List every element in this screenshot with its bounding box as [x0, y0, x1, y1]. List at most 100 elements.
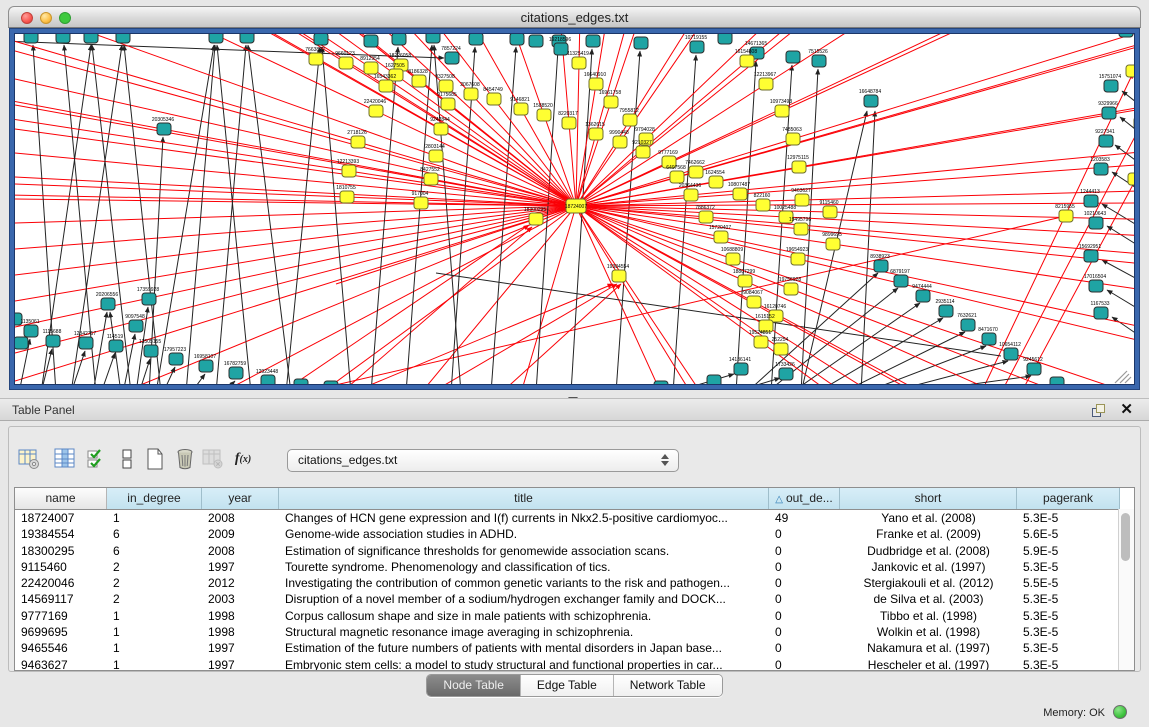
- graph-node[interactable]: [434, 123, 448, 135]
- graph-node[interactable]: [439, 80, 453, 92]
- table-source-dropdown[interactable]: citations_edges.txt: [287, 449, 679, 472]
- graph-node[interactable]: [412, 75, 426, 87]
- graph-node[interactable]: [144, 345, 158, 357]
- graph-node[interactable]: [199, 360, 213, 372]
- graph-node[interactable]: [792, 161, 806, 173]
- table-cell[interactable]: 5.3E-5: [1017, 657, 1120, 671]
- column-header-title[interactable]: title: [279, 488, 769, 509]
- graph-node[interactable]: [109, 340, 123, 352]
- graph-node[interactable]: [369, 105, 383, 117]
- graph-node[interactable]: [784, 283, 798, 295]
- table-cell[interactable]: 49: [769, 510, 840, 526]
- graph-node[interactable]: [379, 80, 393, 92]
- graph-node[interactable]: [718, 34, 732, 44]
- network-window-titlebar[interactable]: citations_edges.txt: [8, 6, 1141, 28]
- graph-node[interactable]: [623, 114, 637, 126]
- graph-node[interactable]: [689, 166, 703, 178]
- graph-node[interactable]: [754, 336, 768, 348]
- table-cell[interactable]: 0: [769, 624, 840, 640]
- graph-node[interactable]: [392, 34, 406, 45]
- graph-node[interactable]: [1004, 348, 1018, 360]
- graph-node[interactable]: [670, 171, 684, 183]
- column-header-year[interactable]: year: [202, 488, 279, 509]
- graph-node[interactable]: [774, 343, 788, 355]
- graph-node[interactable]: [690, 41, 704, 53]
- table-row[interactable]: 1938455462009Genome-wide association stu…: [15, 526, 1134, 542]
- graph-node[interactable]: [529, 35, 543, 47]
- table-cell[interactable]: 9465546: [15, 640, 107, 656]
- graph-node[interactable]: [1059, 210, 1073, 222]
- table-cell[interactable]: 0: [769, 543, 840, 559]
- table-cell[interactable]: 1: [107, 657, 202, 671]
- graph-node[interactable]: [424, 173, 438, 185]
- table-cell[interactable]: 9463627: [15, 657, 107, 671]
- graph-node[interactable]: [24, 325, 38, 337]
- function-builder-icon[interactable]: f(x): [230, 446, 256, 472]
- table-row[interactable]: 969969511998Structural magnetic resonanc…: [15, 624, 1134, 640]
- graph-node[interactable]: [342, 165, 356, 177]
- table-cell[interactable]: Yano et al. (2008): [840, 510, 1017, 526]
- table-cell[interactable]: 5.3E-5: [1017, 510, 1120, 526]
- resize-grip[interactable]: [1115, 371, 1131, 383]
- graph-node[interactable]: [654, 381, 668, 385]
- graph-node[interactable]: [894, 275, 908, 287]
- close-panel-icon[interactable]: ✕: [1120, 401, 1133, 419]
- column-header-name[interactable]: name: [15, 488, 107, 509]
- graph-node[interactable]: [786, 133, 800, 145]
- new-column-icon[interactable]: [142, 446, 168, 472]
- graph-node[interactable]: [586, 35, 600, 47]
- scrollbar-thumb[interactable]: [1121, 513, 1130, 561]
- table-cell[interactable]: 0: [769, 526, 840, 542]
- graph-node[interactable]: [1094, 307, 1108, 319]
- table-row[interactable]: 946554611997Estimation of the future num…: [15, 640, 1134, 656]
- graph-node[interactable]: [1084, 250, 1098, 262]
- table-cell[interactable]: 5.3E-5: [1017, 624, 1120, 640]
- graph-node[interactable]: [707, 375, 721, 385]
- graph-node[interactable]: [747, 296, 761, 308]
- table-cell[interactable]: 1997: [202, 657, 279, 671]
- graph-node[interactable]: [589, 78, 603, 90]
- graph-node[interactable]: [794, 223, 808, 235]
- graph-node[interactable]: [445, 52, 459, 64]
- table-cell[interactable]: 0: [769, 559, 840, 575]
- table-cell[interactable]: 6: [107, 526, 202, 542]
- table-cell[interactable]: 2008: [202, 543, 279, 559]
- graph-node[interactable]: [740, 55, 754, 67]
- table-cell[interactable]: Dudbridge et al. (2008): [840, 543, 1017, 559]
- graph-node[interactable]: [734, 363, 748, 375]
- network-graph-svg[interactable]: 1405572420691406160338091065326715276029…: [15, 34, 1135, 385]
- graph-node[interactable]: [364, 35, 378, 47]
- graph-node[interactable]: [309, 53, 323, 65]
- graph-node[interactable]: [487, 93, 501, 105]
- table-cell[interactable]: 14569117: [15, 591, 107, 607]
- table-cell[interactable]: 0: [769, 575, 840, 591]
- graph-node[interactable]: [1128, 173, 1135, 185]
- graph-node[interactable]: [612, 270, 626, 282]
- table-cell[interactable]: 5.3E-5: [1017, 559, 1120, 575]
- graph-node[interactable]: [795, 194, 809, 206]
- table-cell[interactable]: 1997: [202, 559, 279, 575]
- graph-node[interactable]: [634, 37, 648, 49]
- graph-node[interactable]: [1126, 65, 1135, 77]
- graph-node[interactable]: [613, 136, 627, 148]
- graph-node[interactable]: [324, 381, 338, 385]
- table-cell[interactable]: 0: [769, 591, 840, 607]
- table-cell[interactable]: Corpus callosum shape and size in male p…: [279, 608, 769, 624]
- graph-node[interactable]: [982, 333, 996, 345]
- graph-node[interactable]: [786, 51, 800, 63]
- graph-node[interactable]: [56, 34, 70, 43]
- graph-node[interactable]: [101, 298, 115, 310]
- row-layout-icon[interactable]: [114, 446, 140, 472]
- graph-node[interactable]: [864, 95, 878, 107]
- table-cell[interactable]: 2009: [202, 526, 279, 542]
- graph-node[interactable]: [1050, 377, 1064, 385]
- graph-node[interactable]: [1104, 80, 1118, 92]
- table-cell[interactable]: Changes of HCN gene expression and I(f) …: [279, 510, 769, 526]
- table-cell[interactable]: 5.9E-5: [1017, 543, 1120, 559]
- table-cell[interactable]: 6: [107, 543, 202, 559]
- graph-node[interactable]: [738, 275, 752, 287]
- graph-node[interactable]: [554, 43, 568, 55]
- graph-node[interactable]: [572, 57, 586, 69]
- graph-node[interactable]: [714, 231, 728, 243]
- table-cell[interactable]: Wolkin et al. (1998): [840, 624, 1017, 640]
